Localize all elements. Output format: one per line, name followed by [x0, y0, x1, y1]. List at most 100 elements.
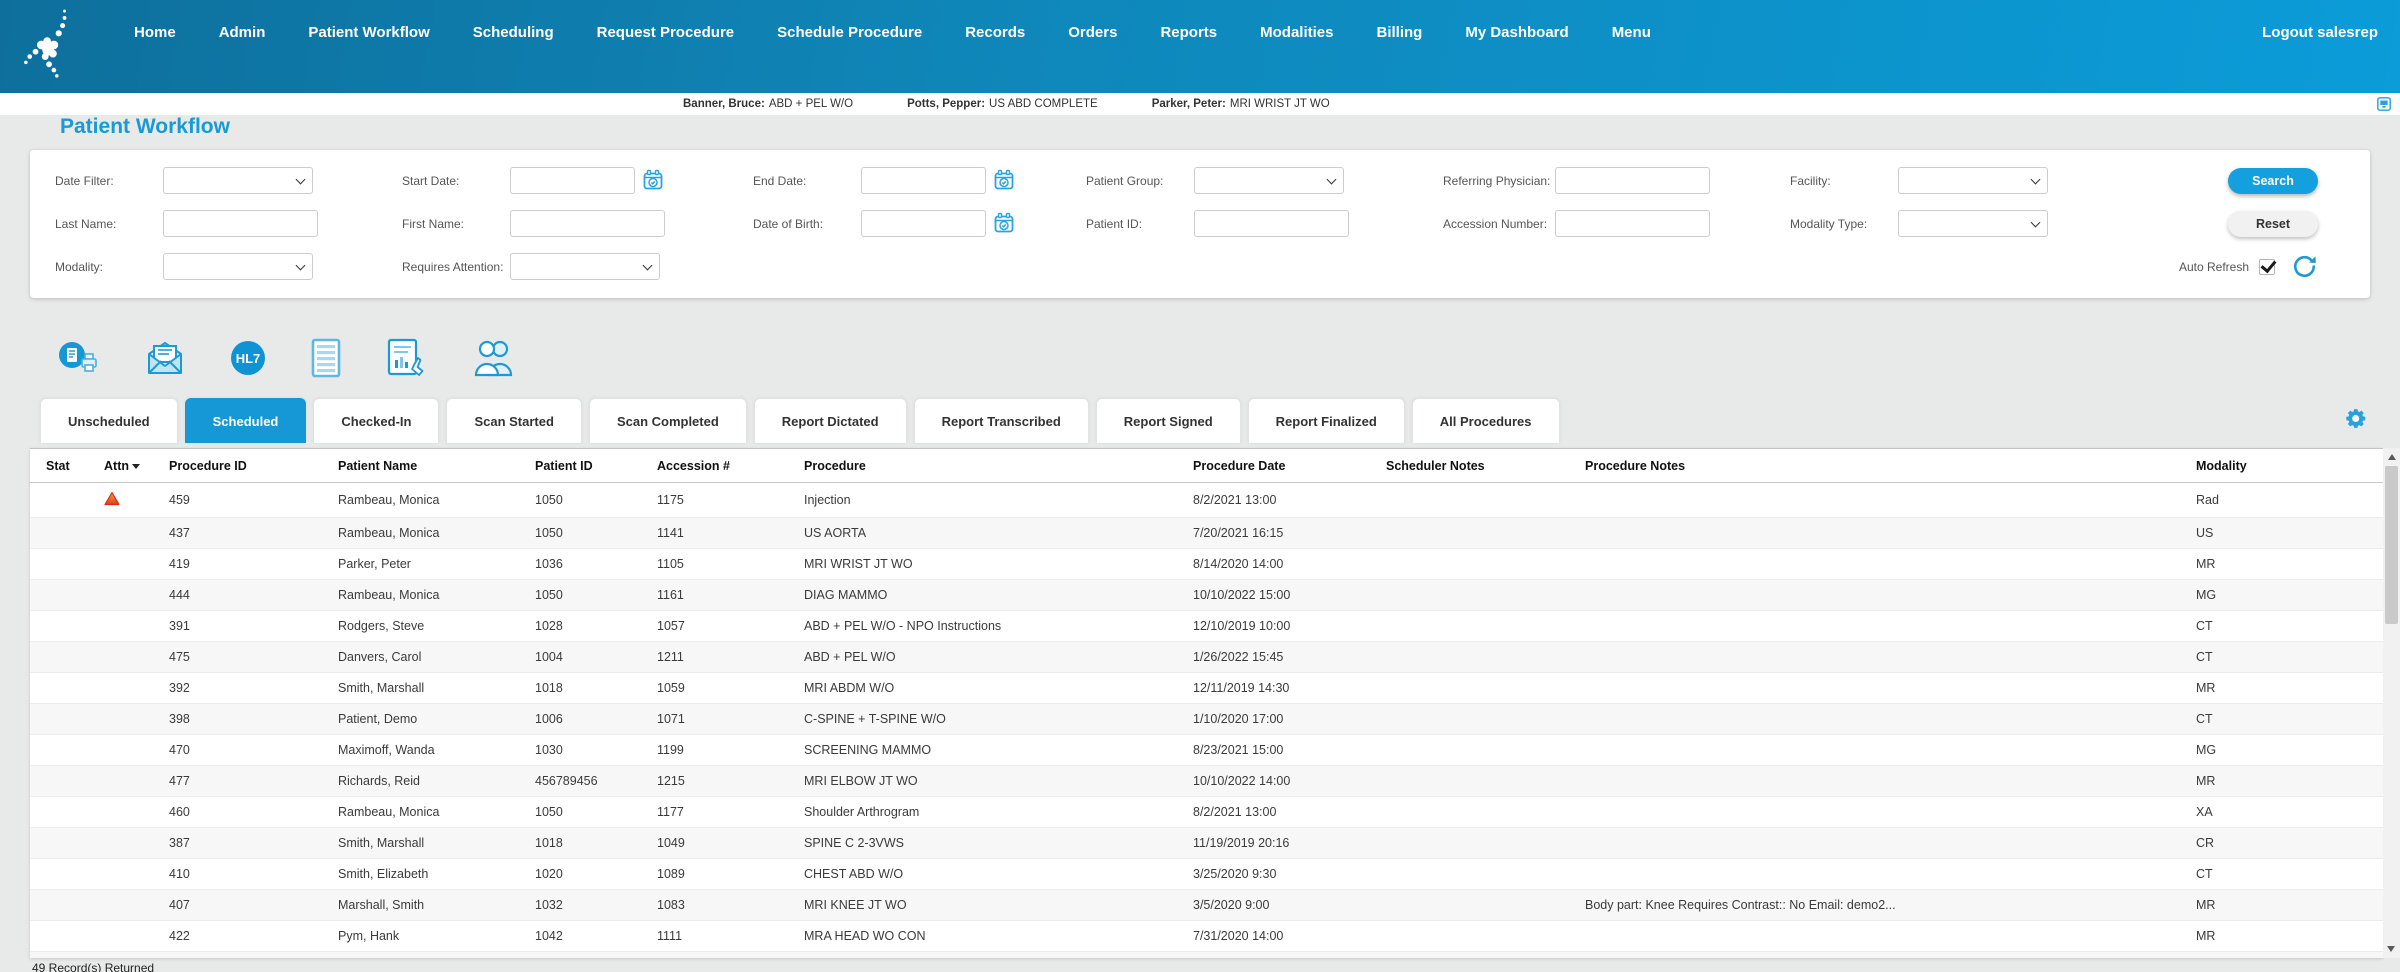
workflow-tab[interactable]: Scheduled — [184, 398, 307, 443]
column-header-procedure[interactable]: Procedure — [788, 449, 1177, 483]
worklist-row[interactable]: 444 Rambeau, Monica 1050 1161 DIAG MAMMO… — [30, 579, 2383, 611]
logout-link[interactable]: Logout salesrep — [2262, 24, 2378, 41]
auto-refresh-checkbox[interactable] — [2259, 258, 2275, 275]
search-button[interactable]: Search — [2228, 167, 2318, 194]
patient-group-select[interactable] — [1194, 167, 1344, 194]
cell-patient-id: 456789456 — [519, 765, 641, 797]
refresh-icon[interactable] — [2291, 253, 2318, 280]
banner-patient-link[interactable]: Parker, Peter: MRI WRIST JT WO — [1152, 98, 1330, 110]
scrollbar-down-arrow-icon[interactable] — [2387, 946, 2395, 952]
worklist-row[interactable]: 475 Danvers, Carol 1004 1211 ABD + PEL W… — [30, 641, 2383, 673]
cell-stat — [30, 548, 88, 580]
workflow-tab[interactable]: Report Transcribed — [913, 398, 1089, 443]
workflow-tab[interactable]: Scan Completed — [588, 398, 747, 443]
email-icon[interactable] — [145, 340, 185, 376]
scrollbar-thumb[interactable] — [2385, 466, 2398, 624]
report-select-icon[interactable] — [385, 338, 427, 378]
nav-item[interactable]: Schedule Procedure — [777, 24, 922, 41]
worklist-row[interactable]: 437 Rambeau, Monica 1050 1141 US AORTA 7… — [30, 517, 2383, 549]
workflow-tab[interactable]: All Procedures — [1411, 398, 1560, 443]
column-header-attn[interactable]: Attn — [88, 449, 153, 483]
modality-select[interactable] — [163, 253, 313, 280]
modality-type-select[interactable] — [1898, 210, 2048, 237]
referring-physician-label: Referring Physician: — [1443, 173, 1551, 188]
nav-item[interactable]: Home — [134, 24, 176, 41]
column-header-patient-name[interactable]: Patient Name — [322, 449, 519, 483]
workflow-tab[interactable]: Report Finalized — [1247, 398, 1405, 443]
patient-id-input[interactable] — [1194, 210, 1349, 237]
worklist-row[interactable]: 410 Smith, Elizabeth 1020 1089 CHEST ABD… — [30, 858, 2383, 890]
cell-procedure-id: 459 — [153, 482, 322, 518]
cell-procedure-date: 12/10/2019 10:00 — [1177, 610, 1370, 642]
worklist-row[interactable]: 407 Marshall, Smith 1032 1083 MRI KNEE J… — [30, 889, 2383, 921]
grid-settings-gear-icon[interactable] — [2343, 406, 2368, 436]
date-of-birth-calendar-icon[interactable] — [993, 212, 1015, 235]
start-date-calendar-icon[interactable] — [642, 169, 664, 192]
nav-item[interactable]: Menu — [1612, 24, 1651, 41]
date-of-birth-input[interactable] — [861, 210, 986, 237]
workflow-tab[interactable]: Report Signed — [1095, 398, 1241, 443]
batch-print-icon[interactable] — [57, 340, 101, 376]
workflow-tab-label: Report Signed — [1123, 413, 1213, 429]
column-header-scheduler-notes[interactable]: Scheduler Notes — [1370, 449, 1569, 483]
nav-item[interactable]: Admin — [219, 24, 266, 41]
date-filter-select[interactable] — [163, 167, 313, 194]
workflow-tab[interactable]: Scan Started — [446, 398, 582, 443]
column-header-modality[interactable]: Modality — [2180, 449, 2383, 483]
column-header-procedure-notes[interactable]: Procedure Notes — [1569, 449, 2180, 483]
start-date-input[interactable] — [510, 167, 635, 194]
worklist-row[interactable]: 470 Maximoff, Wanda 1030 1199 SCREENING … — [30, 734, 2383, 766]
worklist-row[interactable]: 425 Long, Scott 1046 1117 MRI TSPINE W/O… — [30, 951, 2383, 958]
worklist-row[interactable]: 477 Richards, Reid 456789456 1215 MRI EL… — [30, 765, 2383, 797]
worklist-row[interactable]: 419 Parker, Peter 1036 1105 MRI WRIST JT… — [30, 548, 2383, 580]
banner-patient-link[interactable]: Potts, Pepper: US ABD COMPLETE — [907, 98, 1098, 110]
reset-button[interactable]: Reset — [2228, 210, 2318, 237]
worklist-row[interactable]: 422 Pym, Hank 1042 1111 MRA HEAD WO CON … — [30, 920, 2383, 952]
nav-item[interactable]: Billing — [1377, 24, 1423, 41]
nav-item[interactable]: Orders — [1068, 24, 1117, 41]
column-header-accession[interactable]: Accession # — [641, 449, 788, 483]
nav-item[interactable]: Patient Workflow — [308, 24, 429, 41]
worklist-row[interactable]: 391 Rodgers, Steve 1028 1057 ABD + PEL W… — [30, 610, 2383, 642]
worklist-row[interactable]: 387 Smith, Marshall 1018 1049 SPINE C 2-… — [30, 827, 2383, 859]
cell-patient-name: Long, Scott — [322, 951, 519, 958]
first-name-input[interactable] — [510, 210, 665, 237]
cell-scheduler-notes — [1370, 641, 1569, 673]
last-name-input[interactable] — [163, 210, 318, 237]
banner-patient-link[interactable]: Banner, Bruce: ABD + PEL W/O — [683, 98, 853, 110]
patients-group-icon[interactable] — [471, 339, 517, 377]
column-header-procedure-id[interactable]: Procedure ID — [153, 449, 322, 483]
nav-item[interactable]: My Dashboard — [1465, 24, 1568, 41]
workflow-tab[interactable]: Checked-In — [313, 398, 440, 443]
referring-physician-input[interactable] — [1555, 167, 1710, 194]
banner-utility-icon[interactable] — [2377, 97, 2391, 114]
worklist-row[interactable]: 460 Rambeau, Monica 1050 1177 Shoulder A… — [30, 796, 2383, 828]
cell-attn — [88, 482, 153, 518]
scrollbar-up-arrow-icon[interactable] — [2387, 454, 2396, 460]
cell-procedure-id: 475 — [153, 641, 322, 673]
worklist-row[interactable]: 459 Rambeau, Monica 1050 1175 Injection … — [30, 482, 2383, 518]
nav-item[interactable]: Request Procedure — [597, 24, 735, 41]
column-header-patient-id[interactable]: Patient ID — [519, 449, 641, 483]
workflow-tab[interactable]: Unscheduled — [40, 398, 178, 443]
nav-item[interactable]: Records — [965, 24, 1025, 41]
table-scrollbar[interactable] — [2383, 448, 2400, 958]
cell-attn — [88, 827, 153, 859]
worklist-row[interactable]: 392 Smith, Marshall 1018 1059 MRI ABDM W… — [30, 672, 2383, 704]
hl7-icon[interactable]: HL7 — [229, 339, 267, 377]
cell-attn — [88, 951, 153, 958]
nav-item[interactable]: Reports — [1160, 24, 1217, 41]
nav-item[interactable]: Scheduling — [473, 24, 554, 41]
accession-number-input[interactable] — [1555, 210, 1710, 237]
end-date-input[interactable] — [861, 167, 986, 194]
workflow-tab[interactable]: Report Dictated — [753, 398, 907, 443]
end-date-calendar-icon[interactable] — [993, 169, 1015, 192]
nav-item[interactable]: Modalities — [1260, 24, 1333, 41]
requires-attention-select[interactable] — [510, 253, 660, 280]
column-header-stat[interactable]: Stat — [30, 449, 88, 483]
worklist-document-icon[interactable] — [311, 338, 341, 378]
facility-select[interactable] — [1898, 167, 2048, 194]
workflow-tab-label: All Procedures — [1439, 413, 1532, 429]
column-header-procedure-date[interactable]: Procedure Date — [1177, 449, 1370, 483]
worklist-row[interactable]: 398 Patient, Demo 1006 1071 C-SPINE + T-… — [30, 703, 2383, 735]
